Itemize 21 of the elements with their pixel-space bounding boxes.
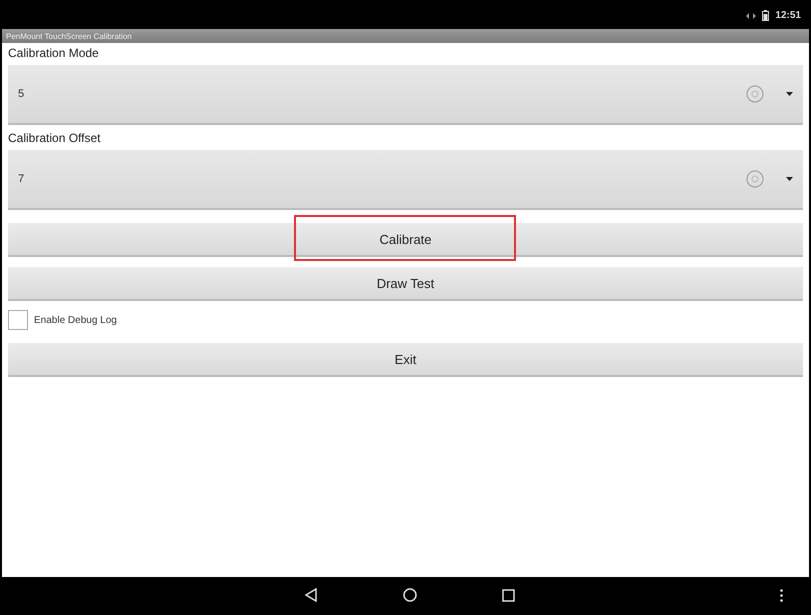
dropdown-spinner[interactable]: 5 (8, 65, 803, 125)
checkbox-label: Enable Debug Log (34, 314, 117, 326)
circle-icon (746, 170, 764, 188)
dropdown-caret-icon (786, 177, 793, 181)
home-icon[interactable] (403, 588, 417, 602)
checkbox[interactable] (8, 310, 28, 330)
action-button[interactable]: Draw Test (8, 267, 803, 301)
back-icon[interactable] (304, 588, 318, 602)
circle-icon (746, 85, 764, 103)
clock-time: 12:51 (775, 10, 801, 21)
title-bar: PenMount TouchScreen Calibration (2, 29, 809, 43)
recent-apps-icon[interactable] (502, 588, 515, 602)
setting-label: Calibration Mode (8, 45, 100, 62)
setting-label: Calibration Offset (8, 130, 102, 147)
menu-icon[interactable] (780, 588, 783, 602)
action-button[interactable]: Exit (8, 343, 803, 377)
action-button[interactable]: Calibrate (8, 223, 803, 257)
data-transfer-icon (746, 12, 756, 18)
dropdown-spinner[interactable]: 7 (8, 150, 803, 210)
battery-icon (762, 10, 770, 21)
dropdown-caret-icon (786, 92, 793, 96)
